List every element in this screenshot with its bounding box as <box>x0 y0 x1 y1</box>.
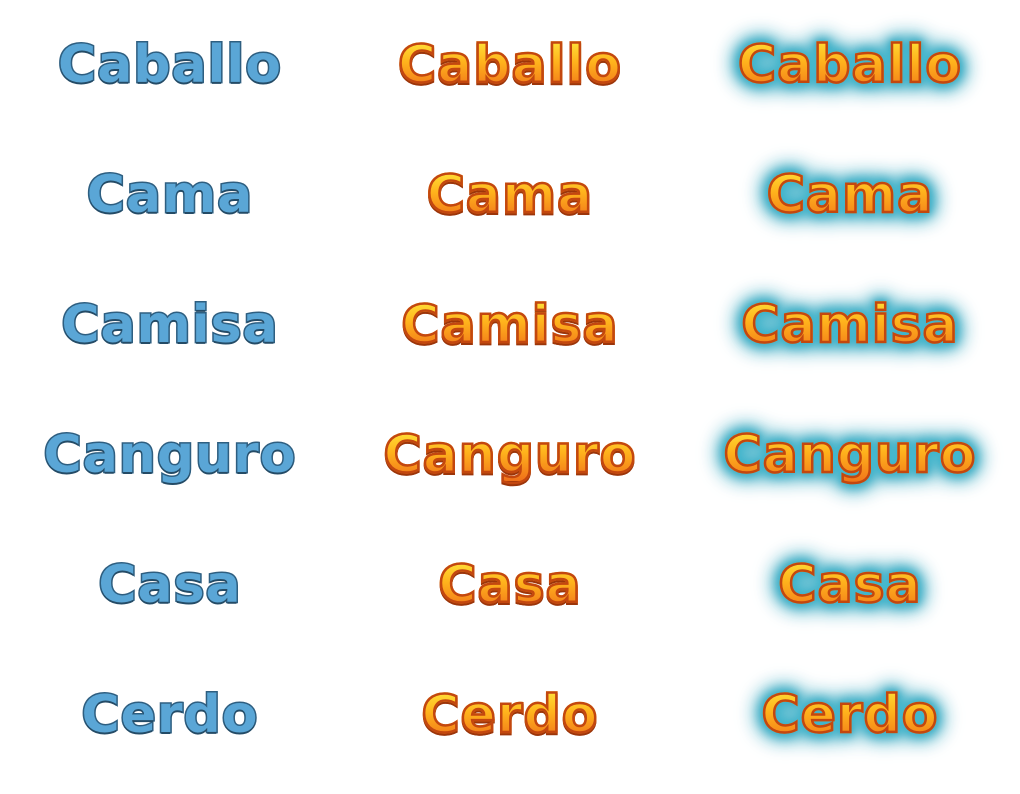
word-cell-blue: Casa <box>0 520 340 650</box>
word-grid: Caballo Caballo Caballo Cama Cama Cama C… <box>0 0 1020 794</box>
word-cell-orange: Canguro <box>340 390 680 520</box>
word-camisa-blue: Camisa <box>60 295 279 355</box>
word-cell-orange: Caballo <box>340 0 680 130</box>
glow-box: Canguro <box>705 419 995 491</box>
word-caballo-blue: Caballo <box>57 35 283 95</box>
word-cell-blue: Caballo <box>0 0 340 130</box>
word-caballo-orange: Caballo <box>397 35 622 95</box>
word-camisa-glow: Camisa <box>740 295 959 355</box>
word-cell-blue: Cerdo <box>0 650 340 780</box>
word-cama-blue: Cama <box>85 165 254 225</box>
word-cerdo-orange: Cerdo <box>420 685 599 745</box>
word-canguro-glow: Canguro <box>722 425 977 485</box>
word-casa-blue: Casa <box>97 555 242 615</box>
word-cell-blue: Canguro <box>0 390 340 520</box>
word-cerdo-blue: Cerdo <box>80 685 259 745</box>
word-cell-orange: Casa <box>340 520 680 650</box>
word-cell-glow: Canguro <box>680 390 1020 520</box>
word-cell-glow: Casa <box>680 520 1020 650</box>
word-cell-orange: Cama <box>340 130 680 260</box>
word-casa-glow: Casa <box>777 555 922 615</box>
word-canguro-blue: Canguro <box>42 425 297 485</box>
glow-box: Cama <box>748 159 952 231</box>
word-canguro-orange: Canguro <box>382 425 637 485</box>
word-cell-orange: Camisa <box>340 260 680 390</box>
word-cell-blue: Camisa <box>0 260 340 390</box>
word-cell-blue: Cama <box>0 130 340 260</box>
word-cell-glow: Cerdo <box>680 650 1020 780</box>
glow-box: Camisa <box>723 289 977 361</box>
glow-box: Cerdo <box>743 679 957 751</box>
word-cerdo-glow: Cerdo <box>760 685 939 745</box>
word-cell-glow: Cama <box>680 130 1020 260</box>
glow-box: Casa <box>760 549 940 621</box>
word-cell-glow: Caballo <box>680 0 1020 130</box>
word-camisa-orange: Camisa <box>400 295 619 355</box>
word-casa-orange: Casa <box>437 555 582 615</box>
word-caballo-glow: Caballo <box>737 35 962 95</box>
word-cell-orange: Cerdo <box>340 650 680 780</box>
word-cell-glow: Camisa <box>680 260 1020 390</box>
glow-box: Caballo <box>720 29 980 101</box>
word-cama-orange: Cama <box>425 165 594 225</box>
word-cama-glow: Cama <box>765 165 934 225</box>
